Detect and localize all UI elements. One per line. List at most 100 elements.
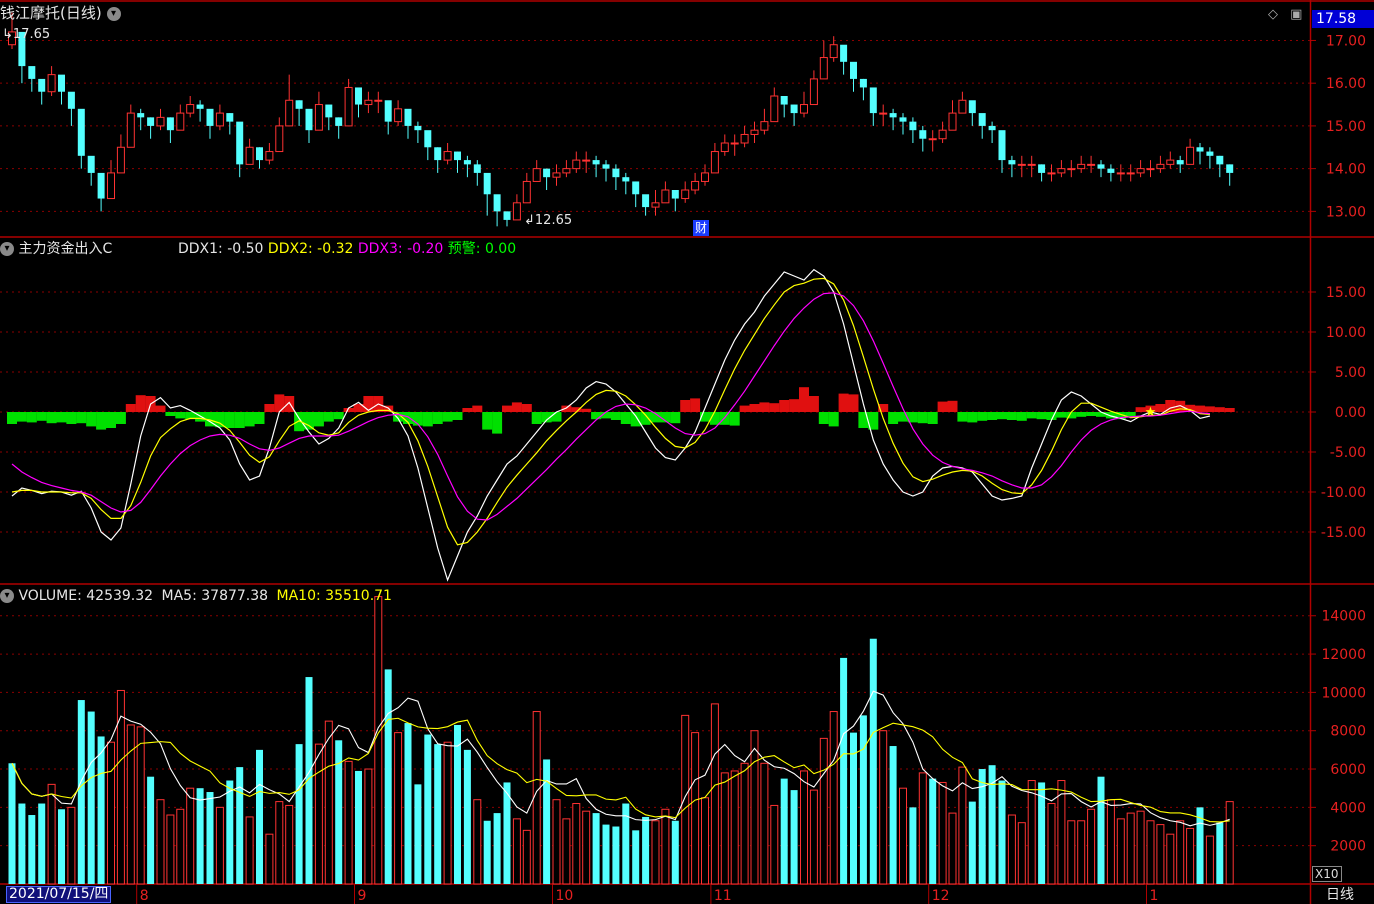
volume-bar <box>1097 776 1105 884</box>
volume-bar <box>632 830 640 884</box>
volume-bar <box>265 833 274 885</box>
candle-body <box>443 151 452 161</box>
chevron-down-icon[interactable]: ▾ <box>106 6 121 21</box>
volume-bar <box>1136 810 1145 885</box>
star-icon: ★ <box>1145 405 1157 420</box>
candle-body <box>543 168 551 178</box>
volume-bar <box>1186 827 1195 885</box>
stock-title[interactable]: 钱江摩托(日线) ▾ <box>0 5 121 21</box>
volume-bar <box>473 799 482 885</box>
y-tick-label: 6000 <box>1330 762 1366 778</box>
volume-bar <box>938 781 947 885</box>
indicator-bar <box>610 412 621 420</box>
volume-bar <box>1156 824 1165 885</box>
current-price-tag: 17.58 <box>1312 10 1374 28</box>
volume-bar <box>384 669 392 884</box>
candle-body <box>1126 172 1135 175</box>
diamond-icon[interactable]: ◇ <box>1268 7 1278 22</box>
candle-body <box>632 181 640 195</box>
stock-chart[interactable]: 13.0014.0015.0016.0017.00-15.00-10.00-5.… <box>0 0 1374 904</box>
volume-bar <box>166 814 175 885</box>
indicator-bar <box>1096 412 1106 417</box>
indicator-bar <box>7 412 17 424</box>
y-tick-label: 15.00 <box>1326 119 1366 135</box>
volume-bar <box>226 780 234 884</box>
period-label[interactable]: 日线 <box>1326 887 1354 903</box>
x-tick-label: 9 <box>358 888 367 904</box>
candle-body <box>176 112 185 131</box>
candle-body <box>186 104 195 114</box>
candle-body <box>552 172 561 178</box>
candle-body <box>572 159 581 170</box>
volume-bar <box>344 760 353 885</box>
candle-body <box>671 190 679 199</box>
volume-bar <box>1027 780 1036 885</box>
candle-body <box>1027 163 1036 166</box>
candle-body <box>948 112 957 131</box>
indicator-bar <box>888 412 899 424</box>
indicator-bar <box>323 412 334 422</box>
indicator-bar <box>214 412 225 428</box>
volume-bar <box>443 741 452 885</box>
volume-bar <box>414 784 422 884</box>
volume-bar <box>493 813 501 884</box>
candle-body <box>978 113 986 126</box>
candle-body <box>265 151 274 161</box>
candle-body <box>691 180 700 191</box>
indicator-bar <box>422 412 433 427</box>
scale-x10-label[interactable]: X10 <box>1312 866 1342 882</box>
volume-bar <box>780 778 788 884</box>
candle-body <box>364 99 373 106</box>
indicator-bar <box>492 412 503 434</box>
indicator-bar <box>1224 408 1235 412</box>
indicator-bar <box>739 405 750 412</box>
candle-body <box>1097 164 1105 169</box>
volume-bar <box>918 772 927 885</box>
volume-bar <box>1067 820 1076 885</box>
candle-body <box>87 155 95 173</box>
volume-bar <box>879 730 888 885</box>
candle-body <box>394 108 403 123</box>
indicator-bar <box>670 412 681 424</box>
candle-body <box>1047 172 1056 175</box>
ddx2-value: -0.32 <box>317 241 354 257</box>
candle-body <box>38 78 46 92</box>
indicator-bar <box>808 396 819 412</box>
indicator-bar <box>224 412 235 428</box>
candle-body <box>760 121 769 131</box>
volume-label[interactable]: VOLUME: <box>18 588 81 604</box>
candle-body <box>483 172 491 195</box>
candle-body <box>116 146 125 174</box>
volume-bar <box>602 824 610 884</box>
indicator-bar <box>125 404 136 412</box>
indicator-bar <box>482 412 493 430</box>
candle-body <box>889 113 897 118</box>
financial-report-marker[interactable]: 财 <box>693 220 710 236</box>
indicator-bar <box>987 412 998 420</box>
candle-body <box>780 96 788 105</box>
candle-body <box>602 164 610 169</box>
indicator-bar <box>927 412 938 424</box>
candle-body <box>819 57 828 80</box>
candle-body <box>166 117 174 131</box>
volume-bar <box>77 700 85 884</box>
indicator-bar <box>1214 407 1225 412</box>
indicator-line-ddx1 <box>11 268 1211 582</box>
candle-body <box>809 78 818 106</box>
candle-body <box>642 194 650 208</box>
y-tick-label: 12000 <box>1321 647 1366 663</box>
y-tick-label: 10000 <box>1321 685 1366 701</box>
indicator-bar <box>264 404 275 412</box>
volume-bar <box>859 715 867 884</box>
indicator-bar <box>76 412 87 424</box>
indicator-bar <box>442 412 453 422</box>
indicator-bar <box>838 393 849 412</box>
candle-body <box>592 160 600 165</box>
indicator-name[interactable]: 主力资金出入C <box>18 241 112 257</box>
candle-body <box>67 91 75 109</box>
stock-title-text: 钱江摩托(日线) <box>0 4 102 22</box>
chevron-down-icon[interactable]: ▾ <box>0 242 14 256</box>
chevron-down-icon[interactable]: ▾ <box>0 589 14 603</box>
candle-body <box>215 112 224 127</box>
window-icon[interactable]: ▣ <box>1290 7 1302 22</box>
